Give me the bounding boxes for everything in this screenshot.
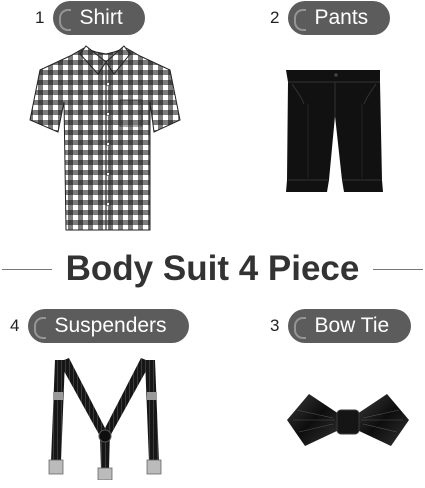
- title-divider-right: [373, 268, 424, 270]
- bowtie-label-group: 3 Bow Tie: [270, 309, 412, 343]
- item-label-pill: Pants: [288, 1, 391, 35]
- title-row: Body Suit 4 Piece: [0, 244, 425, 294]
- item-number: 2: [270, 8, 280, 27]
- item-number: 3: [270, 316, 280, 335]
- page-title: Body Suit 4 Piece: [65, 249, 360, 288]
- suspenders-label-group: 4 Suspenders: [10, 309, 189, 343]
- item-label-pill: Shirt: [53, 1, 145, 35]
- suspenders-image: [48, 358, 162, 480]
- item-label-pill: Suspenders: [28, 309, 189, 343]
- item-number: 1: [35, 8, 45, 27]
- bow-tie-image: [287, 394, 409, 446]
- title-divider-left: [1, 268, 52, 270]
- gingham-shirt-image: [29, 45, 181, 231]
- item-label-pill: Bow Tie: [288, 309, 412, 343]
- shirt-label-group: 1 Shirt: [35, 1, 145, 35]
- item-number: 4: [10, 316, 20, 335]
- pants-label-group: 2 Pants: [270, 1, 391, 35]
- black-shorts-image: [286, 70, 383, 192]
